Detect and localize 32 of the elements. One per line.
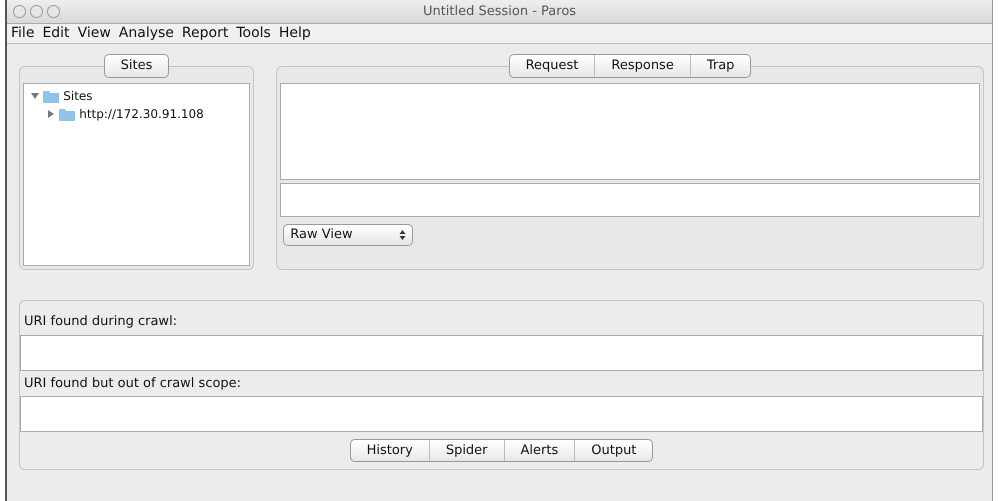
tab[interactable]: Spider — [430, 440, 505, 461]
folder-icon — [59, 108, 76, 121]
field-label: URI found but out of crawl scope: — [23, 374, 242, 392]
tree-node-label[interactable]: Sites — [63, 87, 93, 106]
menu-item[interactable]: Tools — [236, 23, 271, 44]
tab[interactable]: Sites — [104, 55, 168, 76]
window-title: Untitled Session - Paros — [422, 2, 576, 21]
tab[interactable]: Alerts — [504, 440, 576, 461]
tab[interactable]: Response — [595, 55, 691, 76]
request-body-area[interactable] — [280, 183, 980, 218]
stepper-icon — [399, 228, 406, 241]
tab[interactable]: History — [350, 440, 430, 461]
field-label: URI found during crawl: — [23, 313, 178, 331]
menu-item[interactable]: Help — [278, 23, 311, 44]
collapsed-triangle-icon[interactable] — [47, 110, 56, 118]
folder-icon — [43, 90, 60, 103]
menu-item[interactable]: Analyse — [118, 23, 174, 44]
menu-item[interactable]: File — [11, 23, 34, 44]
tree-node-label[interactable]: http://172.30.91.108 — [79, 105, 204, 124]
menu-item[interactable]: View — [78, 23, 111, 44]
tab[interactable]: Trap — [690, 55, 750, 76]
request-header-area[interactable] — [280, 83, 980, 180]
expanded-triangle-icon[interactable] — [31, 92, 40, 100]
close-button[interactable] — [13, 5, 26, 18]
minimize-button[interactable] — [30, 5, 43, 18]
uri-list[interactable] — [20, 334, 983, 370]
menu-item[interactable]: Report — [182, 23, 228, 44]
view-select[interactable]: Raw View — [283, 224, 414, 246]
menu-item[interactable]: Edit — [42, 23, 70, 44]
uri-list[interactable] — [20, 396, 983, 432]
tab[interactable]: Output — [575, 440, 652, 461]
zoom-button[interactable] — [47, 5, 60, 18]
